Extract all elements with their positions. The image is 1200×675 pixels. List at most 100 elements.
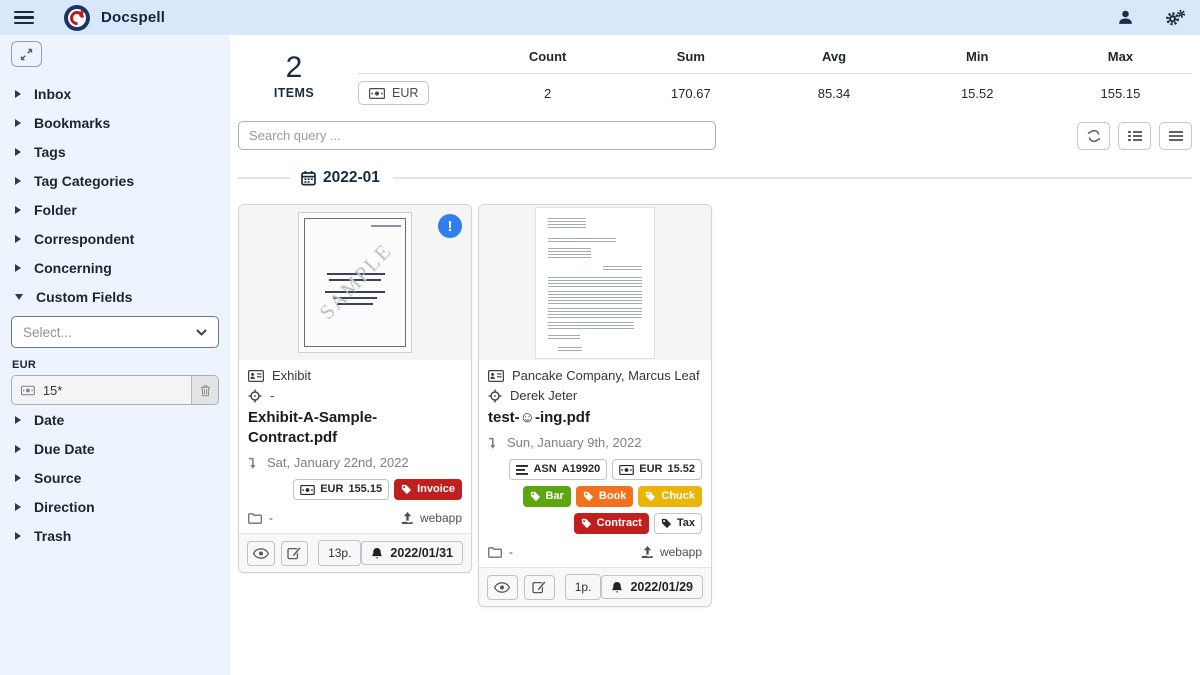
source-line: webapp — [641, 545, 702, 559]
upload-icon — [641, 546, 654, 559]
chevron-right-icon — [15, 235, 21, 243]
sidebar-item-correspondent[interactable]: Correspondent — [11, 224, 219, 253]
search-bar — [238, 121, 1192, 150]
chevron-right-icon — [15, 416, 21, 424]
list-view-icon — [1128, 130, 1142, 142]
due-date-badge: 2022/01/31 — [361, 541, 463, 565]
trash-icon — [200, 384, 211, 397]
crosshair-icon — [248, 389, 262, 403]
sidebar-item-source[interactable]: Source — [11, 463, 219, 492]
month-divider: 2022-01 — [238, 169, 1192, 187]
item-card-list: SAMPLE ! Exhibit - — [238, 204, 1192, 607]
folder-value: - — [509, 545, 513, 559]
tag-icon — [583, 491, 594, 502]
chevron-right-icon — [15, 177, 21, 185]
concerning-line: - — [248, 388, 462, 403]
edit-icon — [532, 580, 546, 594]
tag-icon — [401, 484, 412, 495]
item-card: SAMPLE ! Exhibit - — [238, 204, 472, 573]
stats-summary: 2 ITEMS Count Sum Avg Min Max EUR — [238, 49, 1192, 105]
custom-field-label: EUR — [12, 359, 219, 371]
date-icon — [488, 436, 499, 450]
edit-button[interactable] — [524, 575, 555, 600]
val-min: 15.52 — [906, 86, 1049, 101]
tag-badge: Chuck — [638, 486, 702, 507]
compact-view-button[interactable] — [1159, 122, 1192, 150]
amount-badge: EUR 155.15 — [293, 479, 389, 500]
sidebar-item-tag-categories[interactable]: Tag Categories — [11, 166, 219, 195]
detail-list-view-button[interactable] — [1118, 122, 1151, 150]
chevron-right-icon — [15, 532, 21, 540]
chevron-right-icon — [15, 90, 21, 98]
item-date-line: Sun, January 9th, 2022 — [488, 435, 702, 450]
chevron-right-icon — [15, 264, 21, 272]
col-count: Count — [476, 49, 619, 64]
col-max: Max — [1049, 49, 1192, 64]
sidebar-item-tags[interactable]: Tags — [11, 137, 219, 166]
bell-icon — [611, 581, 623, 594]
custom-field-input-group — [11, 375, 219, 405]
menu-icon[interactable] — [14, 11, 34, 25]
custom-field-select[interactable]: Select... — [11, 316, 219, 348]
sidebar-item-inbox[interactable]: Inbox — [11, 79, 219, 108]
amount-badge: EUR 15.52 — [612, 459, 702, 480]
currency-group-button[interactable]: EUR — [358, 81, 429, 105]
tag-badge: Contract — [574, 513, 649, 534]
correspondent-line: Exhibit — [248, 368, 462, 383]
clear-field-button[interactable] — [191, 376, 218, 404]
asn-badge: ASN A19920 — [509, 459, 607, 480]
user-icon[interactable] — [1117, 9, 1134, 26]
bell-icon — [371, 547, 383, 560]
sidebar-item-custom-fields[interactable]: Custom Fields — [11, 282, 219, 311]
main-content: 2 ITEMS Count Sum Avg Min Max EUR — [230, 35, 1200, 675]
sidebar-item-direction[interactable]: Direction — [11, 492, 219, 521]
document-preview[interactable] — [479, 205, 711, 360]
val-sum: 170.67 — [619, 86, 762, 101]
sidebar-item-due-date[interactable]: Due Date — [11, 434, 219, 463]
chevron-right-icon — [15, 206, 21, 214]
chevron-right-icon — [15, 445, 21, 453]
folder-source-row: - webapp — [479, 540, 711, 567]
folder-value: - — [269, 511, 273, 525]
address-card-icon — [488, 370, 504, 382]
tag-icon — [661, 518, 672, 529]
concerning-line: Derek Jeter — [488, 388, 702, 403]
crosshair-icon — [488, 389, 502, 403]
sidebar-item-trash[interactable]: Trash — [11, 521, 219, 550]
card-footer: 13p. 2022/01/31 — [239, 533, 471, 572]
sidebar-collapse-button[interactable] — [11, 41, 42, 67]
document-preview[interactable]: SAMPLE ! — [239, 205, 471, 360]
item-count: 2 — [238, 51, 350, 84]
sidebar-item-date[interactable]: Date — [11, 405, 219, 434]
month-header: 2022-01 — [323, 169, 380, 187]
search-input[interactable] — [238, 121, 716, 150]
sidebar-item-bookmarks[interactable]: Bookmarks — [11, 108, 219, 137]
sidebar-item-concerning[interactable]: Concerning — [11, 253, 219, 282]
edit-button[interactable] — [281, 541, 309, 566]
address-card-icon — [248, 370, 264, 382]
tag-badge: Book — [576, 486, 634, 507]
preview-button[interactable] — [487, 575, 518, 600]
item-title[interactable]: test-☺-ing.pdf — [488, 408, 702, 428]
settings-cogs-icon[interactable] — [1164, 9, 1186, 27]
page-count-badge: 13p. — [318, 540, 361, 566]
item-title[interactable]: Exhibit-A-Sample-Contract.pdf — [248, 408, 462, 448]
date-icon — [248, 456, 259, 470]
money-icon — [21, 385, 35, 396]
bars-icon — [1169, 130, 1183, 142]
chevron-right-icon — [15, 119, 21, 127]
edit-icon — [287, 546, 301, 560]
source-line: webapp — [401, 511, 462, 525]
money-icon — [300, 485, 315, 495]
refresh-button[interactable] — [1077, 122, 1110, 150]
notification-icon[interactable]: ! — [438, 214, 462, 238]
chevron-right-icon — [15, 503, 21, 511]
docspell-logo[interactable] — [64, 5, 90, 31]
custom-field-value-input[interactable] — [43, 383, 182, 398]
sidebar-item-folder[interactable]: Folder — [11, 195, 219, 224]
preview-button[interactable] — [247, 541, 275, 566]
page-count-badge: 1p. — [565, 574, 602, 600]
chevron-down-icon — [196, 329, 207, 336]
eye-icon — [494, 582, 510, 593]
preview-page — [536, 208, 654, 358]
